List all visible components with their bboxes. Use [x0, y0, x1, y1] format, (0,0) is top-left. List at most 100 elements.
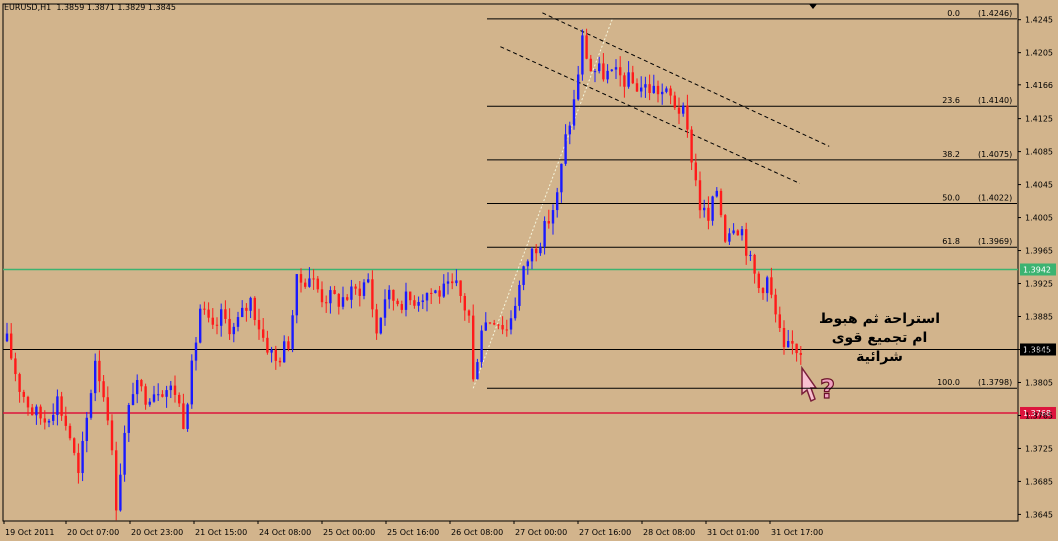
candle-body [283, 341, 286, 363]
fib-ratio-label: 61.8 [942, 237, 960, 246]
candle-body [568, 125, 571, 135]
candle-body [333, 290, 336, 294]
candle-body [379, 317, 382, 334]
candle-body [257, 319, 261, 330]
candle-body [31, 407, 34, 416]
candle-body [648, 84, 651, 93]
candle-body [194, 342, 198, 361]
candle-body [677, 107, 681, 114]
y-tick-label: 1.3685 [1025, 477, 1053, 486]
candle-body [497, 324, 500, 326]
candle-body [362, 282, 366, 296]
candle-body [509, 318, 513, 330]
chart-header: EURUSD,H1 1.3859 1.3871 1.3829 1.3845 [4, 3, 176, 12]
candle-body [375, 309, 378, 334]
candle-body [656, 85, 660, 95]
fib-price-label: (1.3969) [978, 237, 1012, 246]
candle-body [404, 291, 408, 310]
annotation-line-3: شرائية [856, 349, 903, 365]
candle-body [686, 105, 689, 130]
candle-body [446, 281, 450, 284]
candle-body [367, 279, 370, 283]
candle-body [736, 230, 739, 236]
candle-body [136, 380, 139, 395]
candle-body [245, 307, 248, 311]
candle-body [236, 317, 240, 327]
price-chart[interactable]: ? 0.0 (1.4246) 23.6 (1.4140) 38.2 (1.4075) 50.… [0, 0, 1058, 541]
cursor-icon [801, 365, 818, 403]
candle-body [564, 134, 567, 164]
candle-body [602, 63, 605, 80]
candle-body [560, 163, 563, 193]
candle-body [10, 333, 13, 359]
candle-body [316, 278, 319, 290]
x-tick-label: 31 Oct 01:00 [707, 528, 759, 537]
fib-ratio-label: 0.0 [947, 9, 960, 18]
candle-body [278, 360, 282, 363]
candle-body [18, 374, 21, 392]
candle-body [52, 414, 55, 421]
candle-body [232, 326, 235, 335]
fib-price-label: (1.3798) [978, 378, 1012, 387]
candle-body [56, 396, 59, 415]
candle-body [291, 315, 294, 349]
candle-body [287, 341, 290, 349]
candle-body [140, 380, 143, 387]
y-tick-label: 1.3645 [1025, 510, 1053, 519]
candle-body [749, 254, 752, 256]
candle-body [39, 406, 42, 419]
candle-body [652, 85, 655, 93]
candle-body [270, 349, 273, 353]
candle-body [207, 309, 210, 318]
y-tick-label: 1.3725 [1025, 444, 1053, 453]
candle-body [43, 418, 46, 423]
candle-body [791, 341, 794, 344]
candle-body [589, 58, 592, 72]
fib-price-label: (1.4246) [978, 9, 1012, 18]
candle-body [35, 406, 38, 416]
candle-body [463, 295, 466, 311]
candle-body [400, 304, 403, 310]
fib-price-label: (1.4022) [978, 194, 1012, 203]
candle-body [472, 315, 475, 380]
candle-body [173, 385, 177, 395]
candle-body [682, 105, 685, 114]
candle-body [543, 221, 546, 247]
candle-body [455, 280, 458, 284]
candle-body [665, 88, 668, 92]
ohlc-readout: 1.3859 1.3871 1.3829 1.3845 [56, 3, 176, 12]
candle-body [728, 233, 731, 242]
candle-body [60, 396, 63, 416]
x-tick-label: 25 Oct 16:00 [387, 528, 439, 537]
candle-body [417, 301, 420, 306]
candle-body [430, 292, 433, 294]
candle-body [5, 333, 9, 342]
fib-ratio-label: 38.2 [942, 150, 960, 159]
candle-body [753, 254, 756, 274]
candle-body [467, 310, 471, 316]
arabic-annotation: استراحة ثم هبوط ام تجميع قوى شرائية [812, 310, 947, 367]
x-tick-label: 19 Oct 2011 [5, 528, 54, 537]
x-tick-label: 25 Oct 00:00 [323, 528, 375, 537]
candle-body [522, 266, 525, 285]
candle-body [434, 290, 437, 294]
candle-body [598, 63, 601, 72]
channel-upper-line [542, 12, 830, 147]
candle-body [413, 300, 416, 306]
y-tick-label: 1.4166 [1025, 81, 1053, 90]
candle-body [215, 324, 219, 326]
candle-body [619, 67, 622, 76]
candle-body [85, 417, 88, 441]
candle-body [703, 207, 706, 211]
candle-body [396, 300, 399, 305]
candle-body [581, 35, 584, 75]
fib-price-label: (1.4140) [978, 96, 1012, 105]
candle-body [526, 261, 529, 267]
candle-body [459, 280, 462, 296]
candle-body [614, 67, 618, 70]
candle-body [438, 290, 441, 297]
y-tick-label: 1.3885 [1025, 313, 1053, 322]
candle-body [157, 394, 160, 396]
candle-body [169, 385, 172, 391]
candle-body [732, 230, 735, 234]
